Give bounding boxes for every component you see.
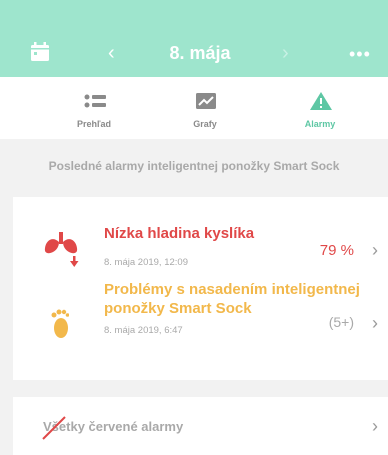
- alarm-date: 8. mája 2019, 12:09: [104, 257, 188, 268]
- chevron-right-icon: ›: [372, 416, 378, 436]
- foot-icon: [51, 309, 69, 338]
- calendar-icon[interactable]: [30, 42, 50, 62]
- alarms-card: Nízka hladina kyslíka 8. mája 2019, 12:0…: [13, 197, 388, 380]
- tab-overview-label: Prehľad: [77, 119, 111, 129]
- alarm-item[interactable]: Nízka hladina kyslíka 8. mája 2019, 12:0…: [13, 197, 388, 287]
- alarm-item[interactable]: Problémy s nasadením inteligentnej ponož…: [13, 281, 388, 380]
- alarm-title-line1: Problémy s nasadením inteligentnej: [104, 281, 360, 298]
- more-menu-button[interactable]: •••: [349, 44, 371, 65]
- alarm-date: 8. mája 2019, 6:47: [104, 325, 183, 336]
- section-subtitle: Posledné alarmy inteligentnej ponožky Sm…: [48, 159, 340, 173]
- alarm-count: (5+): [328, 314, 354, 330]
- tab-alarms[interactable]: Alarmy: [265, 77, 375, 139]
- lungs-icon: [44, 232, 79, 267]
- app-header: ‹ 8. mája › •••: [0, 0, 388, 77]
- chart-icon: [196, 93, 216, 109]
- alarm-title-line2: ponožky Smart Sock: [104, 300, 252, 317]
- next-day-button[interactable]: ›: [282, 42, 289, 65]
- alarm-value: 79 %: [319, 242, 354, 259]
- alarm-title: Nízka hladina kyslíka: [104, 225, 255, 242]
- tab-overview[interactable]: Prehľad: [39, 77, 149, 139]
- list-icon: [84, 94, 106, 108]
- tab-charts-label: Grafy: [193, 119, 217, 129]
- date-title: 8. mája: [169, 43, 231, 63]
- tab-charts[interactable]: Grafy: [150, 77, 260, 139]
- chevron-right-icon: ›: [372, 313, 378, 333]
- tab-bar: Prehľad Grafy Alarmy: [0, 77, 388, 139]
- prev-day-button[interactable]: ‹: [108, 42, 115, 65]
- strike-icon: [42, 416, 66, 440]
- tab-alarms-label: Alarmy: [304, 119, 336, 129]
- warning-icon: [310, 92, 332, 110]
- all-red-alarms-row[interactable]: Všetky červené alarmy ›: [13, 397, 388, 455]
- chevron-right-icon: ›: [372, 240, 378, 260]
